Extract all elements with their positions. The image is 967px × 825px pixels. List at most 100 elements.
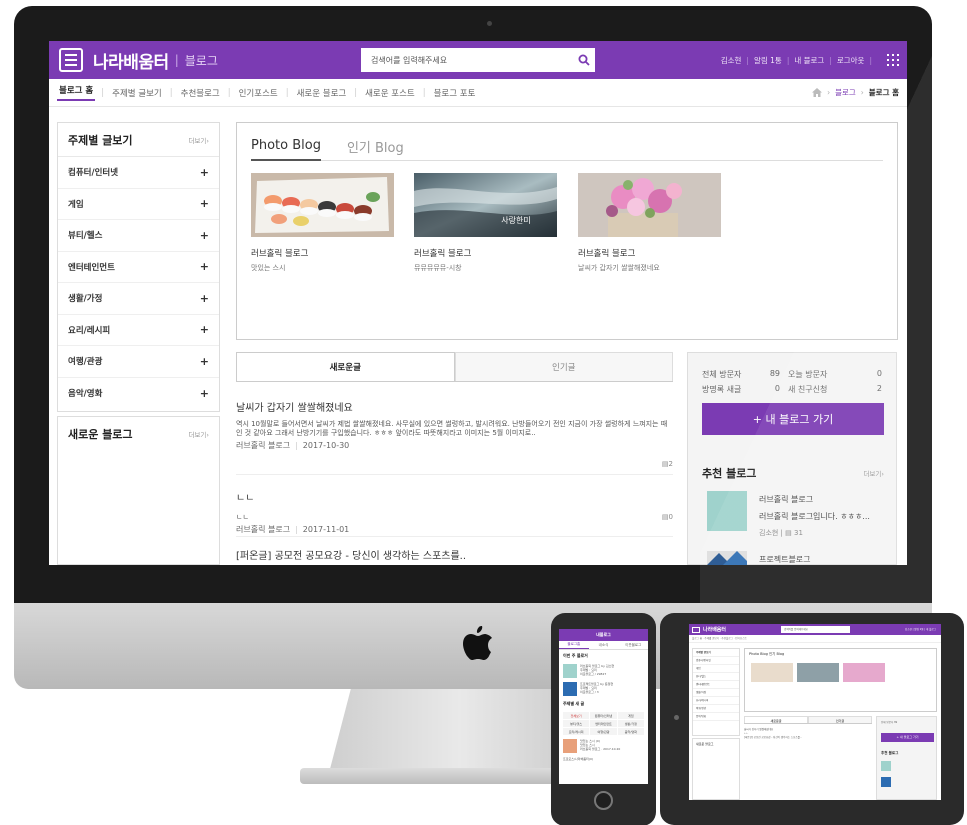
logo-subtitle[interactable]: 블로그 [185,52,218,69]
plus-icon[interactable]: + [200,292,209,305]
tablet-go-blog-button[interactable]: + 내 블로그 가기 [881,733,934,742]
category-computer[interactable]: 컴퓨터/인터넷 + [58,157,219,189]
phone-topic[interactable]: 게임 [617,712,644,719]
category-living[interactable]: 생활/가정 + [58,283,219,315]
post-title[interactable]: ㄴㄴ [236,489,673,504]
sea-photo[interactable]: 사랑한미 [414,173,557,237]
phone-thumbnail[interactable] [563,664,577,678]
phone-topic[interactable]: 여행/관광 [590,728,617,735]
tablet-category[interactable]: 컴퓨터/인터넷 [693,657,739,665]
plus-icon[interactable]: + [200,260,209,273]
tablet-rec-thumb[interactable] [881,761,891,771]
phone-tab-news[interactable]: 내소식 [589,641,619,649]
phone-topic[interactable]: 엔터테인먼트 [590,720,617,727]
nav-blog-photos[interactable]: 블로그 포토 [432,87,478,99]
go-my-blog-button[interactable]: + 내 블로그 가기 [702,403,884,435]
phone-tab-home[interactable]: 블로그홈 [559,641,589,649]
phone-topic[interactable]: 요리/레시피 [563,728,590,735]
menu-icon[interactable] [59,48,83,72]
phone-topic[interactable]: 컴퓨터/인터넷 [590,712,617,719]
tablet-menu-icon[interactable] [692,626,700,633]
logout-link[interactable]: 로그아웃 [837,55,865,66]
photo-card-flowers[interactable]: 러브홀릭 블로그 날씨가 갑자기 쌀쌀해졌네요 [578,173,721,273]
phone-topic[interactable]: 전체보기 [563,712,590,719]
tablet-nav-home[interactable]: 블로그 홈 [692,637,702,640]
post-item[interactable]: ㄴㄴ ㄴㄴ 러브홀릭 블로그 | 2017-11-01 ▤0 [236,475,673,537]
home-icon[interactable] [812,88,823,97]
sushi-photo[interactable] [251,173,394,237]
tablet-user-link[interactable]: 김소현 [905,628,912,631]
category-beauty[interactable]: 뷰티/헬스 + [58,220,219,252]
tab-popular-blog[interactable]: 인기 Blog [347,133,404,161]
recommend-blog-name[interactable]: 러브홀릭 블로그 [759,491,870,508]
blog-thumbnail[interactable] [707,491,747,531]
post-author[interactable]: 러브홀릭 블로그 [236,525,290,534]
plus-icon[interactable]: + [200,197,209,210]
post-item[interactable]: 날씨가 갑자기 쌀쌀해졌네요 역시 10월말로 들어서면서 날씨가 제법 쌀쌀해… [236,382,673,475]
tablet-notification-link[interactable]: 알림 1통 [914,628,923,631]
category-entertainment[interactable]: 엔터테인먼트 + [58,252,219,283]
notification-link[interactable]: 알림 1통 [754,55,782,66]
flowers-photo[interactable] [578,173,721,237]
tab-new-posts[interactable]: 새로운글 [236,352,455,381]
phone-thumbnail[interactable] [563,739,577,753]
nav-new-posts[interactable]: 새로운 포스트 [363,87,417,99]
apps-grid-icon[interactable] [887,54,899,66]
tablet-category[interactable]: 여행/관광 [693,705,739,713]
photo-blog-name[interactable]: 러브홀릭 블로그 [414,247,557,259]
tablet-sushi-photo[interactable] [751,663,793,682]
tablet-category[interactable]: 요리/레시피 [693,697,739,705]
tablet-category[interactable]: 뷰티/헬스 [693,673,739,681]
nav-topic-posts[interactable]: 주제별 글보기 [110,87,164,99]
post-title[interactable]: [퍼온글] 공모전 공모요강 - 당신이 생각하는 스포츠를.. [236,547,673,562]
tablet-sea-photo[interactable] [797,663,839,682]
nav-recommended-blogs[interactable]: 추천블로그 [179,87,222,99]
plus-icon[interactable]: + [200,323,209,336]
breadcrumb-blog[interactable]: 블로그 [835,87,856,98]
tablet-flowers-photo[interactable] [843,663,885,682]
post-author[interactable]: 러브홀릭 블로그 [236,441,290,450]
tablet-my-blog-link[interactable]: 내 블로그 [926,628,936,631]
tablet-tab-popular[interactable]: 인기글 [808,716,872,723]
category-game[interactable]: 게임 + [58,189,219,220]
sidebar-more-link[interactable]: 더보기› [188,135,209,145]
phone-blogger-item[interactable]: 프로젝트블로그 by 윤정현 주제별 : 요리 이웃블로그 / 3 [559,680,648,698]
tablet-rec-thumb[interactable] [881,777,891,787]
nav-blog-home[interactable]: 블로그 홈 [57,84,96,101]
phone-topic[interactable]: 음악/영화 [617,728,644,735]
photo-card-sea[interactable]: 사랑한미 러브홀릭 블로그 뮤뮤뮤뮤뮤-시창 [414,173,557,273]
recommend-blog-name[interactable]: 프로젝트블로그 [759,551,811,565]
category-cooking[interactable]: 요리/레시피 + [58,315,219,346]
phone-topic[interactable]: 뷰티/헬스 [563,720,590,727]
phone-tab-neighbors[interactable]: 이웃블로그 [618,641,648,649]
nav-new-blogs[interactable]: 새로운 블로그 [295,87,349,99]
user-name-link[interactable]: 김소현 [721,55,742,66]
phone-thumbnail[interactable] [563,682,577,696]
recommend-more-link[interactable]: 더보기› [863,468,884,478]
tablet-tab-new[interactable]: 새로운글 [744,716,808,723]
tablet-nav-topic[interactable]: 주제별 글보기 [704,637,719,640]
plus-icon[interactable]: + [200,355,209,368]
site-logo[interactable]: 나라배움터 [93,48,169,73]
photo-caption[interactable]: 뮤뮤뮤뮤뮤-시창 [414,263,557,273]
tablet-post-title[interactable]: [퍼온글] 공모전 공모요강 - 당신이 생각하는 스포츠를.. [744,736,872,740]
post-item[interactable]: [퍼온글] 공모전 공모요강 - 당신이 생각하는 스포츠를.. [236,537,673,562]
search-input[interactable] [361,48,573,72]
plus-icon[interactable]: + [200,387,209,400]
phone-blogger-item[interactable]: 러브홀릭 블로그 by 김소현 주제별 : 요리 이웃블로그 / 29827 [559,662,648,680]
tablet-category[interactable]: 음악/영화 [693,713,739,721]
tablet-category[interactable]: 엔터테인먼트 [693,681,739,689]
photo-card-sushi[interactable]: 러브홀릭 블로그 맛있는 스시 [251,173,394,273]
tab-popular-posts[interactable]: 인기글 [454,352,673,381]
my-blog-link[interactable]: 내 블로그 [794,55,824,66]
tablet-photo-tabs[interactable]: Photo Blog 인기 Blog [749,652,784,657]
post-title[interactable]: 날씨가 갑자기 쌀쌀해졌네요 [236,399,673,414]
search-icon[interactable] [573,49,595,71]
tablet-category[interactable]: 생활/가정 [693,689,739,697]
category-music[interactable]: 음악/영화 + [58,378,219,410]
blog-thumbnail[interactable] [707,551,747,565]
photo-blog-name[interactable]: 러브홀릭 블로그 [578,247,721,259]
phone-topic[interactable]: 생활/가정 [617,720,644,727]
tablet-search-input[interactable]: 검색어를 입력해주세요 [781,626,850,633]
tablet-logo[interactable]: 나라배움터 [703,626,726,633]
